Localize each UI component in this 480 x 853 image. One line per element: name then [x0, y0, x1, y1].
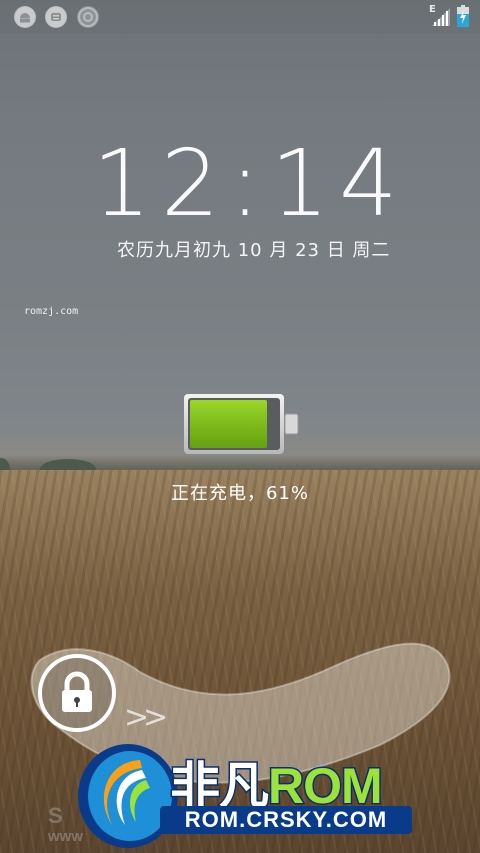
android-icon	[14, 6, 36, 28]
crsky-logo: S www 非凡ROM ROM.CRSKY.COM	[40, 740, 460, 853]
signal-strength-icon	[432, 8, 450, 26]
lockscreen-date: 农历九月初九 10 月 23 日 周二	[117, 240, 391, 261]
logo-url: ROM.CRSKY.COM	[184, 807, 388, 832]
battery-charging-icon	[457, 5, 469, 27]
android-debug-icon	[45, 6, 67, 28]
slide-arrows: >>	[124, 700, 168, 735]
charging-status-text: 正在充电，61%	[170, 483, 309, 504]
watermark-text: romzj.com	[24, 306, 79, 317]
unlock-handle[interactable]	[38, 654, 116, 732]
lockscreen-clock: 12:14	[92, 130, 408, 237]
lock-icon	[62, 671, 92, 712]
status-bar: E	[0, 0, 480, 34]
logo-faint-text: S	[48, 803, 63, 828]
charging-battery-icon	[184, 394, 299, 454]
sync-icon	[77, 6, 99, 28]
